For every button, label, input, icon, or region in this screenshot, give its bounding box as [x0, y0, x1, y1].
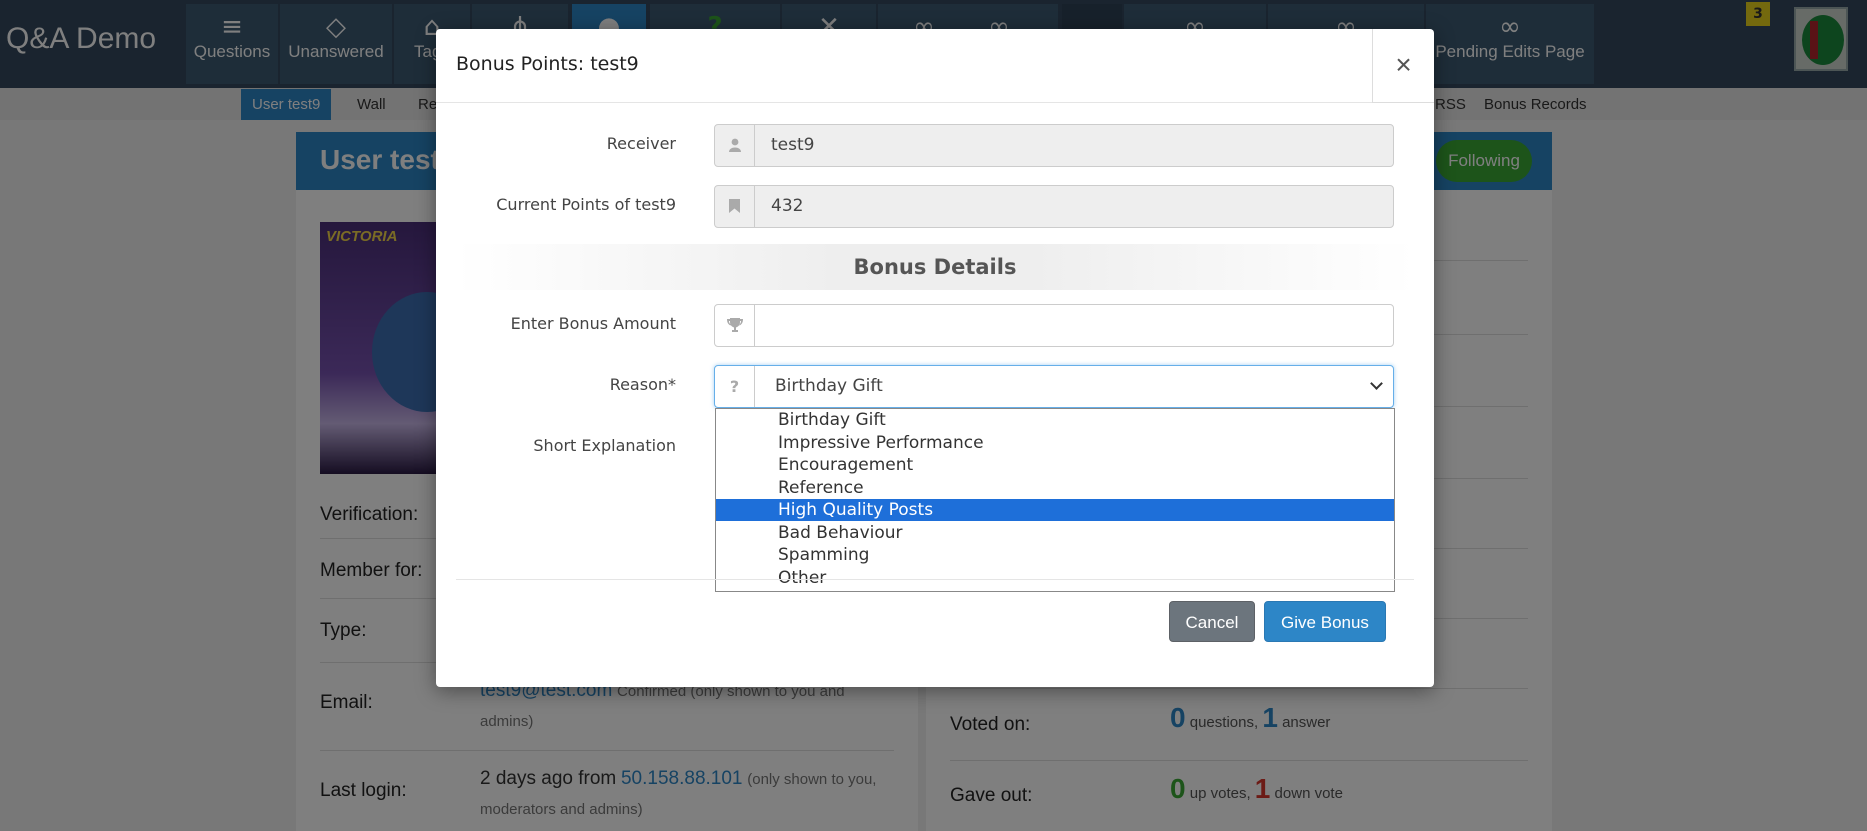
modal-header: Bonus Points: test9 × [436, 29, 1434, 103]
receiver-field: test9 [714, 124, 1394, 167]
trophy-icon [715, 305, 755, 346]
short-explanation-label: Short Explanation [533, 436, 676, 455]
current-points-value: 432 [771, 196, 804, 216]
current-points-label: Current Points of test9 [496, 195, 676, 214]
reason-option[interactable]: Impressive Performance [716, 432, 1394, 454]
section-title: Bonus Details [456, 244, 1414, 290]
close-icon[interactable]: × [1372, 29, 1434, 103]
give-bonus-button[interactable]: Give Bonus [1264, 601, 1386, 642]
modal-footer-divider [456, 579, 1414, 580]
reason-option[interactable]: Spamming [716, 544, 1394, 566]
receiver-value: test9 [771, 135, 815, 155]
bonus-amount-input[interactable] [714, 304, 1394, 347]
receiver-label: Receiver [606, 134, 676, 153]
reason-select[interactable]: ? Birthday Gift [714, 365, 1394, 408]
user-icon [715, 125, 755, 166]
reason-option[interactable]: Birthday Gift [716, 409, 1394, 431]
reason-label: Reason* [609, 375, 676, 394]
cancel-button[interactable]: Cancel [1169, 601, 1255, 642]
chevron-down-icon [1370, 377, 1383, 390]
current-points-field: 432 [714, 185, 1394, 228]
bonus-amount-label: Enter Bonus Amount [510, 314, 676, 333]
reason-option[interactable]: Bad Behaviour [716, 522, 1394, 544]
bonus-points-modal: Bonus Points: test9 × Receiver test9 Cur… [436, 29, 1434, 687]
reason-option[interactable]: Other [716, 567, 1394, 589]
reason-dropdown-list: Birthday Gift Impressive Performance Enc… [715, 408, 1395, 592]
modal-title: Bonus Points: test9 [456, 53, 639, 75]
question-icon: ? [715, 366, 755, 407]
reason-option[interactable]: Encouragement [716, 454, 1394, 476]
reason-option-highlighted[interactable]: High Quality Posts [716, 499, 1394, 521]
reason-selected-value: Birthday Gift [775, 376, 883, 396]
reason-option[interactable]: Reference [716, 477, 1394, 499]
bookmark-icon [715, 186, 755, 227]
